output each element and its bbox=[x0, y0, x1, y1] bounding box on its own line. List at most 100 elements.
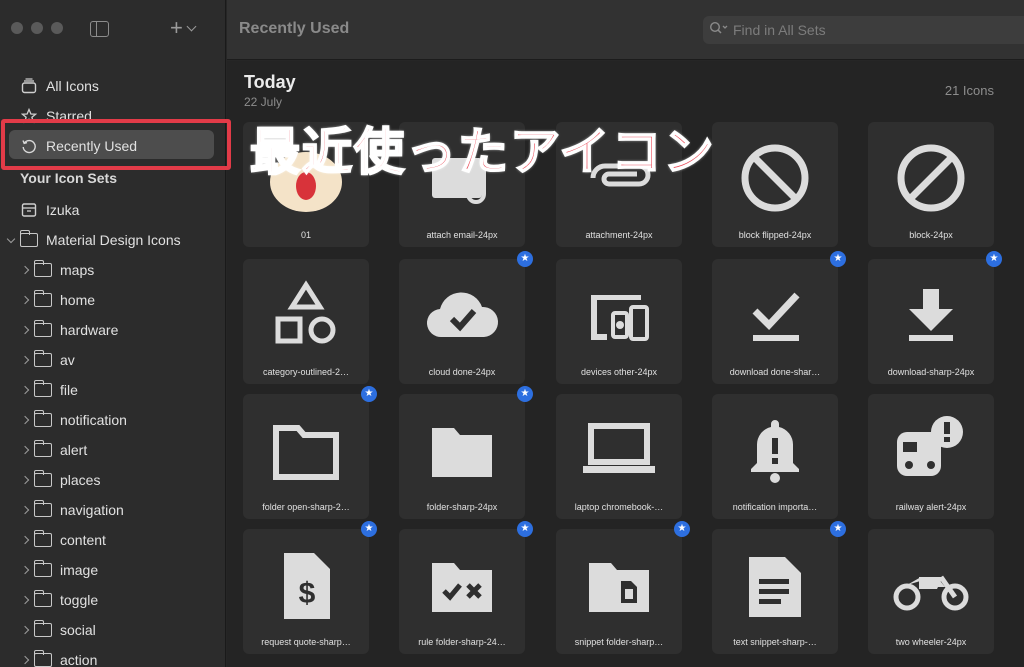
window-controls bbox=[11, 22, 63, 34]
icon-card-label: laptop chromebook-… bbox=[574, 502, 664, 512]
icon-card[interactable]: two wheeler-24px bbox=[868, 529, 994, 654]
icon-card[interactable]: category-outlined-2… bbox=[243, 259, 369, 384]
folder-icon bbox=[33, 380, 52, 398]
folder-icon bbox=[19, 230, 38, 248]
add-menu-button[interactable]: + bbox=[170, 17, 197, 39]
cloud-done-icon bbox=[422, 275, 502, 355]
sidebar-item-folder[interactable]: av bbox=[0, 345, 226, 375]
disclosure-triangle-icon[interactable] bbox=[18, 535, 32, 545]
folder-icon bbox=[33, 350, 52, 368]
highlight-annotation-box bbox=[1, 119, 231, 170]
section-title: Today bbox=[244, 72, 296, 92]
disclosure-triangle-icon[interactable] bbox=[18, 385, 32, 395]
sidebar-item-folder[interactable]: notification bbox=[0, 405, 226, 435]
icon-card-label: request quote-sharp… bbox=[261, 637, 351, 647]
search-input[interactable]: Find in All Sets bbox=[733, 22, 826, 38]
sidebar-toggle-icon[interactable] bbox=[90, 21, 109, 37]
sidebar-item-folder[interactable]: maps bbox=[0, 255, 226, 285]
sidebar-item-all-icons[interactable]: All Icons bbox=[0, 71, 226, 101]
disclosure-triangle-icon[interactable] bbox=[18, 295, 32, 305]
icon-card[interactable]: laptop chromebook-… bbox=[556, 394, 682, 519]
disclosure-triangle-icon[interactable] bbox=[18, 325, 32, 335]
disclosure-triangle-icon[interactable] bbox=[18, 445, 32, 455]
zoom-window-button[interactable] bbox=[51, 22, 63, 34]
overlay-caption: 最近使ったアイコン bbox=[249, 123, 716, 181]
disclosure-triangle-icon[interactable] bbox=[18, 625, 32, 635]
icon-card-label: railway alert-24px bbox=[895, 502, 967, 512]
sidebar-item-folder[interactable]: file bbox=[0, 375, 226, 405]
icon-card-label: category-outlined-2… bbox=[262, 367, 350, 377]
disclosure-triangle-icon[interactable] bbox=[18, 565, 32, 575]
icon-count: 21 Icons bbox=[944, 83, 994, 98]
folder-icon bbox=[33, 440, 52, 458]
disclosure-triangle-icon[interactable] bbox=[18, 415, 32, 425]
two-wheeler-icon bbox=[891, 545, 971, 625]
disclosure-triangle-icon[interactable] bbox=[18, 265, 32, 275]
minimize-window-button[interactable] bbox=[31, 22, 43, 34]
disclosure-triangle-icon[interactable] bbox=[18, 355, 32, 365]
icon-card[interactable]: $ request quote-sharp… ★ bbox=[243, 521, 377, 654]
disclosure-triangle-icon[interactable] bbox=[18, 505, 32, 515]
block-icon bbox=[891, 138, 971, 218]
icon-card[interactable]: block flipped-24px bbox=[712, 122, 838, 247]
icon-card[interactable]: railway alert-24px bbox=[868, 394, 994, 519]
folder-icon bbox=[33, 650, 52, 667]
icon-card-label: block flipped-24px bbox=[738, 230, 812, 240]
laptop-icon bbox=[579, 410, 659, 490]
sidebar-item-folder[interactable]: content bbox=[0, 525, 226, 555]
sidebar-item-folder[interactable]: alert bbox=[0, 435, 226, 465]
icon-card-label: two wheeler-24px bbox=[895, 637, 967, 647]
icon-card-label: cloud done-24px bbox=[428, 367, 496, 377]
sidebar-item-folder[interactable]: image bbox=[0, 555, 226, 585]
sidebar-item-label: home bbox=[60, 292, 96, 308]
sidebar-item-folder[interactable]: hardware bbox=[0, 315, 226, 345]
category-icon bbox=[266, 275, 346, 355]
toolbar: Recently Used Find in All Sets bbox=[227, 0, 1024, 60]
close-window-button[interactable] bbox=[11, 22, 23, 34]
rule-folder-icon bbox=[422, 545, 502, 625]
sidebar-item-label: hardware bbox=[60, 322, 119, 338]
sidebar-item-material-design-icons[interactable]: Material Design Icons bbox=[0, 225, 226, 255]
icon-card[interactable]: snippet folder-sharp… ★ bbox=[556, 521, 690, 654]
starred-badge-icon: ★ bbox=[674, 521, 690, 537]
chevron-down-icon bbox=[186, 21, 197, 31]
icon-card[interactable]: download done-shar… ★ bbox=[712, 251, 846, 384]
sidebar-item-folder[interactable]: social bbox=[0, 615, 226, 645]
sidebar-item-izuka[interactable]: Izuka bbox=[0, 195, 226, 225]
icon-card-label: devices other-24px bbox=[580, 367, 658, 377]
icon-card-label: folder open-sharp-2… bbox=[262, 502, 350, 512]
tray-icon bbox=[20, 202, 38, 218]
icon-card[interactable]: notification importa… bbox=[712, 394, 838, 519]
icon-card-label: block-24px bbox=[909, 230, 953, 240]
icon-card[interactable]: block-24px bbox=[868, 122, 994, 247]
icon-card[interactable]: download-sharp-24px ★ bbox=[868, 251, 1002, 384]
sidebar-item-folder[interactable]: places bbox=[0, 465, 226, 495]
sidebar-item-folder[interactable]: action bbox=[0, 645, 226, 667]
icon-card-label: attachment-24px bbox=[585, 230, 653, 240]
search-field[interactable]: Find in All Sets bbox=[703, 16, 1024, 44]
sidebar-item-label: toggle bbox=[60, 592, 99, 608]
starred-badge-icon: ★ bbox=[986, 251, 1002, 267]
icon-card[interactable]: rule folder-sharp-24… ★ bbox=[399, 521, 533, 654]
icon-card[interactable]: devices other-24px bbox=[556, 259, 682, 384]
sidebar-item-folder[interactable]: navigation bbox=[0, 495, 226, 525]
icon-card[interactable]: cloud done-24px ★ bbox=[399, 251, 533, 384]
folder-icon bbox=[422, 410, 502, 490]
icon-card[interactable]: folder-sharp-24px ★ bbox=[399, 386, 533, 519]
disclosure-triangle-icon[interactable] bbox=[18, 475, 32, 485]
disclosure-triangle-icon[interactable] bbox=[18, 655, 32, 665]
folder-icon bbox=[33, 320, 52, 338]
disclosure-triangle-icon[interactable] bbox=[18, 595, 32, 605]
folder-icon bbox=[33, 500, 52, 518]
icon-card[interactable]: text snippet-sharp-… ★ bbox=[712, 521, 846, 654]
icon-card-label: attach email-24px bbox=[426, 230, 498, 240]
icon-card[interactable]: folder open-sharp-2… ★ bbox=[243, 386, 377, 519]
disclosure-triangle-open-icon[interactable] bbox=[4, 234, 18, 243]
sidebar-item-folder[interactable]: home bbox=[0, 285, 226, 315]
starred-badge-icon: ★ bbox=[830, 521, 846, 537]
sidebar-item-folder[interactable]: toggle bbox=[0, 585, 226, 615]
icon-sets-section-title: Your Icon Sets bbox=[20, 170, 117, 186]
icon-card-label: snippet folder-sharp… bbox=[574, 637, 664, 647]
download-done-icon bbox=[735, 275, 815, 355]
sidebar-item-label: content bbox=[60, 532, 106, 548]
